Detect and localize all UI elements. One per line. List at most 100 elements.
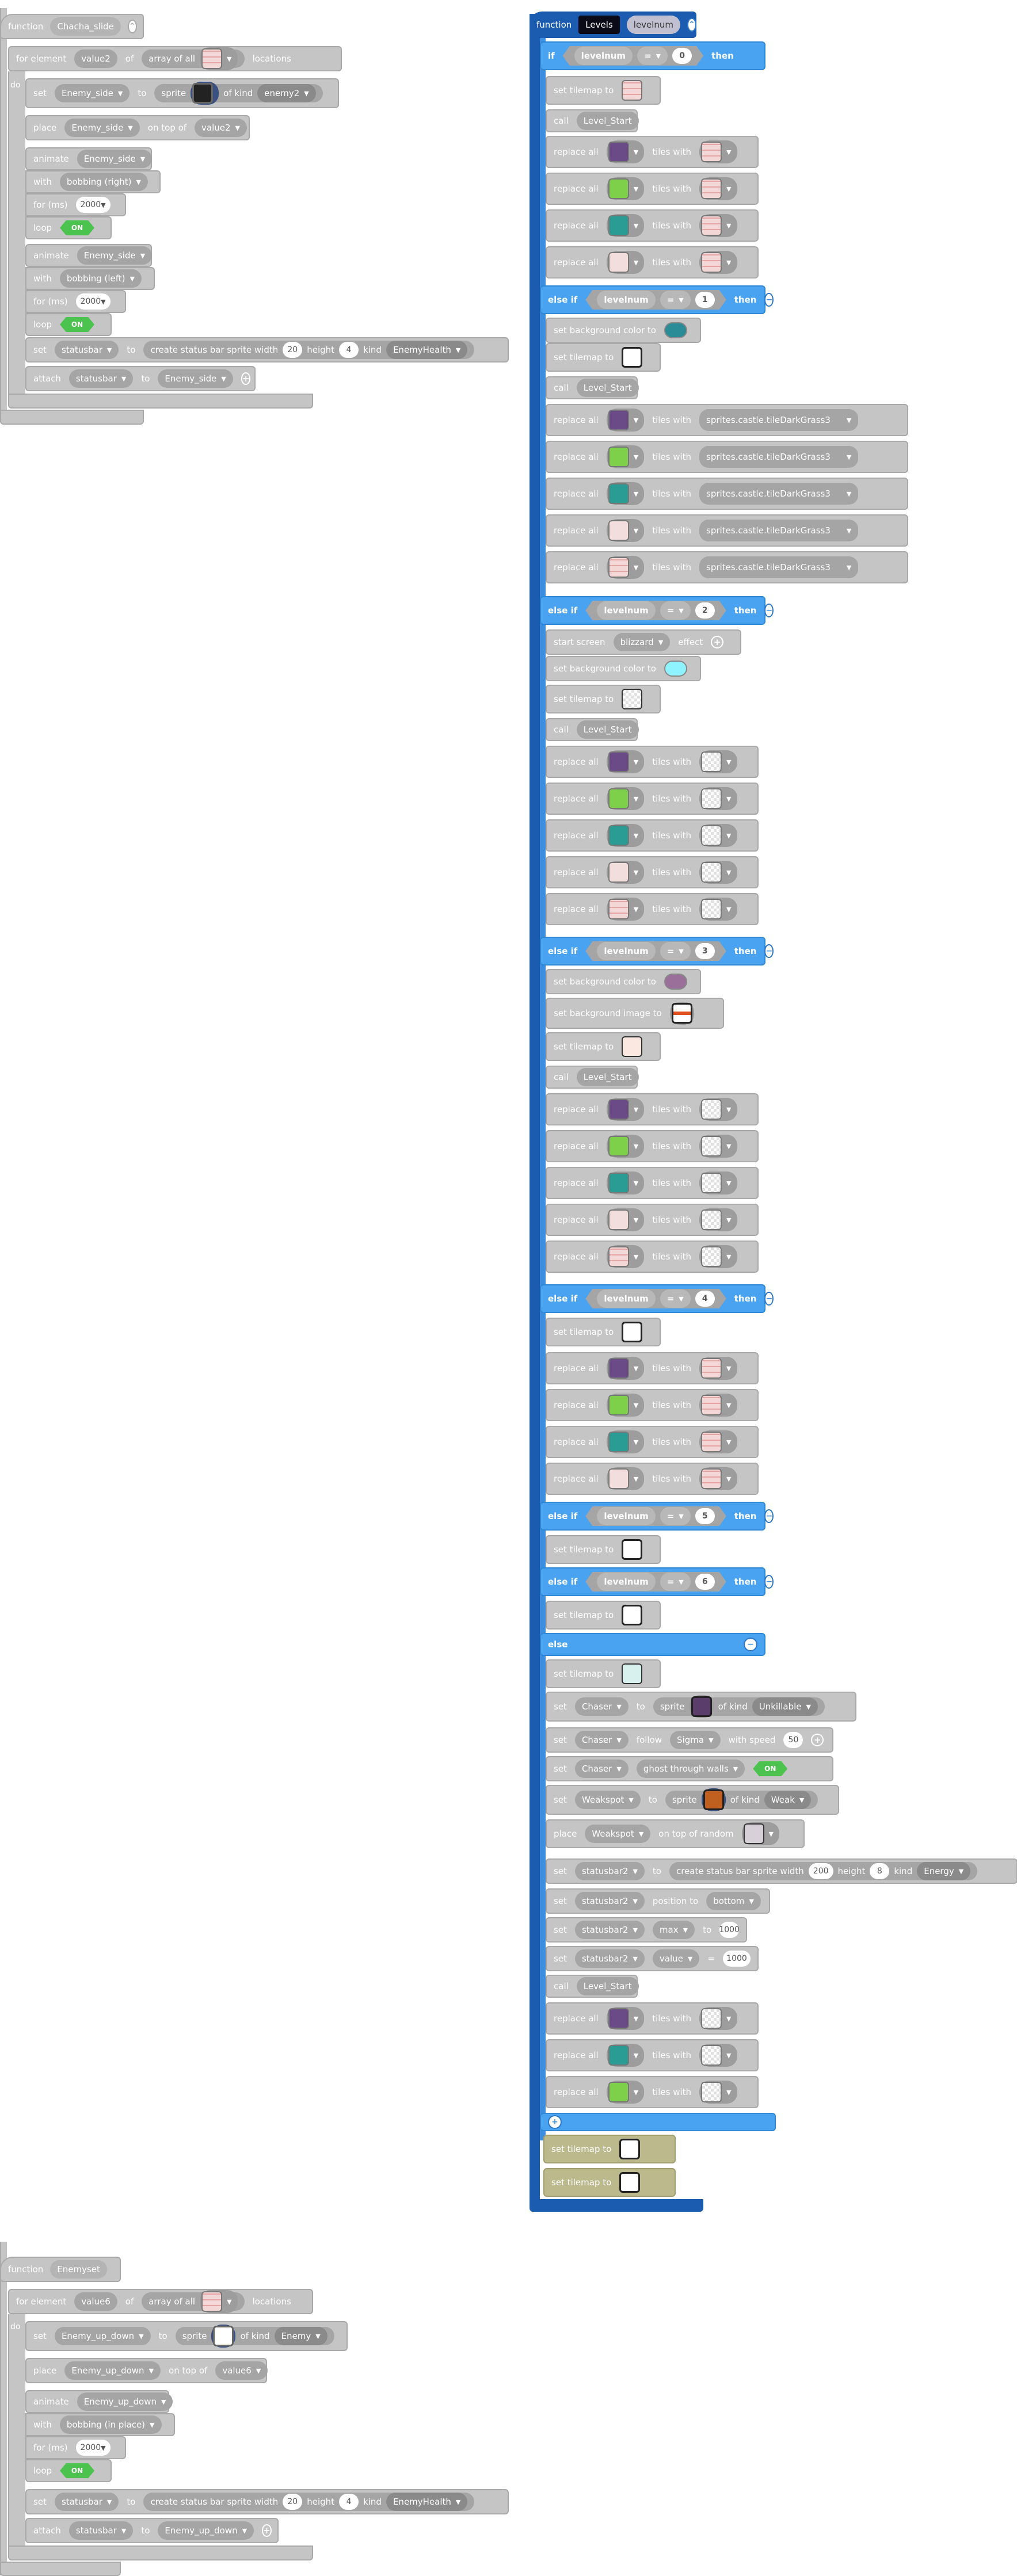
- remove-icon[interactable]: −: [764, 944, 774, 958]
- set-weakspot-block[interactable]: set Weakspot ▼ to sprite of kind Weak ▼: [546, 1785, 839, 1815]
- loop-toggle[interactable]: ON: [60, 220, 95, 235]
- function-header[interactable]: function Enemyset: [0, 2257, 121, 2282]
- remove-icon[interactable]: −: [764, 1575, 774, 1589]
- replace-block[interactable]: replace all ▼ tiles with ▼: [546, 2076, 759, 2108]
- tilemap-icon[interactable]: [619, 2139, 641, 2159]
- attach-block[interactable]: attach statusbar ▼ to Enemy_up_down ▼ +: [25, 2518, 279, 2543]
- for-element-block[interactable]: for element value6 of array of all ▼ loca…: [8, 2289, 313, 2314]
- set-bg-image-block[interactable]: set background image to: [546, 998, 724, 1029]
- set-chaser-block[interactable]: set Chaser ▼ to sprite of kind Unkillable ▼: [546, 1692, 856, 1722]
- place-sprite[interactable]: Enemy_side ▼: [64, 119, 140, 137]
- attach-block[interactable]: attach statusbar ▼ to Enemy_side ▼ +: [25, 366, 256, 391]
- replace-block[interactable]: replace all ▼ tiles with sprites.castle.til…: [546, 478, 908, 510]
- animate-loop[interactable]: loop ON: [25, 2459, 112, 2482]
- animate-ms[interactable]: for (ms) 2000 ▼: [25, 2436, 126, 2459]
- tilemap-icon[interactable]: [622, 80, 643, 101]
- replace-block[interactable]: replace all ▼ tiles with ▼: [546, 1093, 759, 1125]
- add-else-icon[interactable]: +: [548, 2115, 562, 2129]
- replace-block[interactable]: replace all ▼ tiles with ▼: [546, 783, 759, 815]
- function-param[interactable]: levelnum: [626, 16, 680, 34]
- remove-icon[interactable]: −: [744, 1638, 757, 1651]
- call-block[interactable]: call Level_Start: [546, 718, 639, 741]
- add-icon[interactable]: +: [241, 372, 251, 385]
- replace-block[interactable]: replace all ▼ tiles with ▼: [546, 856, 759, 888]
- if-footer[interactable]: +: [540, 2113, 776, 2131]
- set-max-block[interactable]: set statusbar2 ▼ max ▼ to 1000: [546, 1917, 747, 1943]
- else-if-block[interactable]: else if levelnum = ▼ 3 then −: [540, 937, 774, 965]
- replace-block[interactable]: replace all ▼ tiles with ▼: [546, 893, 759, 925]
- function-header[interactable]: function Chacha_slide ⌃: [0, 14, 144, 39]
- replace-block[interactable]: replace all ▼ tiles with ▼: [546, 246, 759, 278]
- place-block[interactable]: place Enemy_side ▼ on top of value2 ▼: [25, 115, 250, 140]
- start-screen-effect-block[interactable]: start screen blizzard ▼ effect +: [546, 629, 741, 655]
- replace-block[interactable]: replace all ▼ tiles with ▼: [546, 209, 759, 242]
- tilemap-icon[interactable]: [622, 689, 643, 709]
- replace-block[interactable]: replace all ▼ tiles with ▼: [546, 746, 759, 778]
- set-tilemap-block[interactable]: set tilemap to: [546, 1659, 661, 1688]
- condition[interactable]: levelnum = ▼ 2: [585, 601, 726, 620]
- for-element-block[interactable]: for element value2 of array of all ▼ loca…: [8, 46, 342, 71]
- replace-block[interactable]: replace all ▼ tiles with ▼: [546, 1204, 759, 1236]
- call-block[interactable]: call Level_Start: [546, 1066, 639, 1089]
- statusbar-var[interactable]: statusbar ▼: [54, 341, 119, 359]
- collapse-icon[interactable]: ⌃: [127, 20, 137, 33]
- set-sprite-block[interactable]: set Enemy_side ▼ to sprite of kind enemy2 ▼: [25, 78, 339, 108]
- status-bar-constructor[interactable]: create status bar sprite width 20 height 4 k…: [143, 341, 475, 359]
- animate-ms-2[interactable]: for (ms) 2000 ▼: [25, 290, 126, 313]
- position-block[interactable]: set statusbar2 ▼ position to bottom ▼: [546, 1888, 770, 1914]
- set-bg-color-block[interactable]: set background color to: [546, 318, 701, 343]
- set-tilemap-disabled-block[interactable]: set tilemap to: [543, 2135, 676, 2163]
- set-bg-color-block[interactable]: set background color to: [546, 969, 701, 994]
- animate-block[interactable]: animate Enemy_up_down ▼: [25, 2390, 173, 2413]
- set-flag-block[interactable]: set Chaser ▼ ghost through walls ▼ ON: [546, 1756, 833, 1781]
- tilemap-icon[interactable]: [622, 1663, 643, 1684]
- else-if-block[interactable]: else if levelnum = ▼ 1 then −: [540, 285, 774, 314]
- replace-block[interactable]: replace all ▼ tiles with ▼: [546, 173, 759, 205]
- set-tilemap-block[interactable]: set tilemap to: [546, 343, 661, 372]
- animation-type[interactable]: bobbing (right) ▼: [59, 173, 148, 191]
- animate-block-2[interactable]: animate Enemy_side ▼: [25, 244, 153, 267]
- set-sprite-block[interactable]: set Enemy_up_down ▼ to sprite of kind Enemy…: [25, 2321, 348, 2351]
- function-header[interactable]: function Levels levelnum ⌃: [530, 12, 696, 38]
- loop-var[interactable]: value2: [74, 49, 117, 68]
- function-name[interactable]: Chacha_slide: [50, 17, 121, 36]
- place-target[interactable]: value2 ▼: [195, 119, 247, 137]
- replace-block[interactable]: replace all ▼ tiles with ▼: [546, 1352, 759, 1384]
- set-tilemap-block[interactable]: set tilemap to: [546, 76, 661, 105]
- replace-block[interactable]: replace all ▼ tiles with ▼: [546, 2039, 759, 2071]
- loop-toggle[interactable]: ON: [60, 317, 95, 332]
- ms-value[interactable]: 2000 ▼: [75, 197, 111, 213]
- animate-loop-2[interactable]: loop ON: [25, 313, 112, 336]
- follow-block[interactable]: set Chaser ▼ follow Sigma ▼ with speed 50 +: [546, 1727, 833, 1753]
- animate-sprite[interactable]: Enemy_side ▼: [77, 246, 153, 265]
- replace-block[interactable]: replace all ▼ tiles with sprites.castle.til…: [546, 441, 908, 473]
- remove-icon[interactable]: −: [764, 1509, 774, 1523]
- tilemap-icon[interactable]: [622, 1322, 643, 1342]
- ms-value[interactable]: 2000 ▼: [75, 293, 111, 310]
- animate-sprite[interactable]: Enemy_side ▼: [77, 150, 153, 168]
- replace-block[interactable]: replace all ▼ tiles with ▼: [546, 2002, 759, 2035]
- function-name[interactable]: Enemyset: [50, 2260, 107, 2279]
- else-if-block[interactable]: else if levelnum = ▼ 6 then −: [540, 1567, 774, 1596]
- remove-icon[interactable]: −: [764, 604, 774, 617]
- attach-target[interactable]: Enemy_side ▼: [158, 369, 233, 388]
- condition[interactable]: levelnum = ▼ 6: [585, 1572, 726, 1592]
- sprite-constructor[interactable]: sprite of kind enemy2 ▼: [154, 82, 323, 105]
- replace-block[interactable]: replace all ▼ tiles with sprites.castle.til…: [546, 404, 908, 436]
- else-if-block[interactable]: else if levelnum = ▼ 2 then −: [540, 596, 774, 625]
- color-swatch[interactable]: [664, 322, 687, 338]
- set-bg-color-block[interactable]: set background color to: [546, 656, 701, 681]
- color-swatch[interactable]: [664, 974, 687, 990]
- sprite-var[interactable]: Enemy_side ▼: [54, 84, 130, 102]
- condition[interactable]: levelnum = ▼ 3: [585, 941, 726, 961]
- add-icon[interactable]: +: [262, 2524, 272, 2537]
- tilemap-icon[interactable]: [622, 1605, 643, 1625]
- animation-type[interactable]: bobbing (left) ▼: [59, 269, 142, 288]
- remove-icon[interactable]: −: [764, 1292, 774, 1306]
- replace-block[interactable]: replace all ▼ tiles with sprites.castle.til…: [546, 551, 908, 583]
- set-tilemap-block[interactable]: set tilemap to: [546, 685, 661, 713]
- replace-block[interactable]: replace all ▼ tiles with ▼: [546, 1463, 759, 1495]
- condition[interactable]: levelnum = ▼ 4: [585, 1289, 726, 1308]
- set-statusbar-block[interactable]: set statusbar ▼ to create status bar spri…: [25, 337, 509, 362]
- replace-block[interactable]: replace all ▼ tiles with ▼: [546, 819, 759, 852]
